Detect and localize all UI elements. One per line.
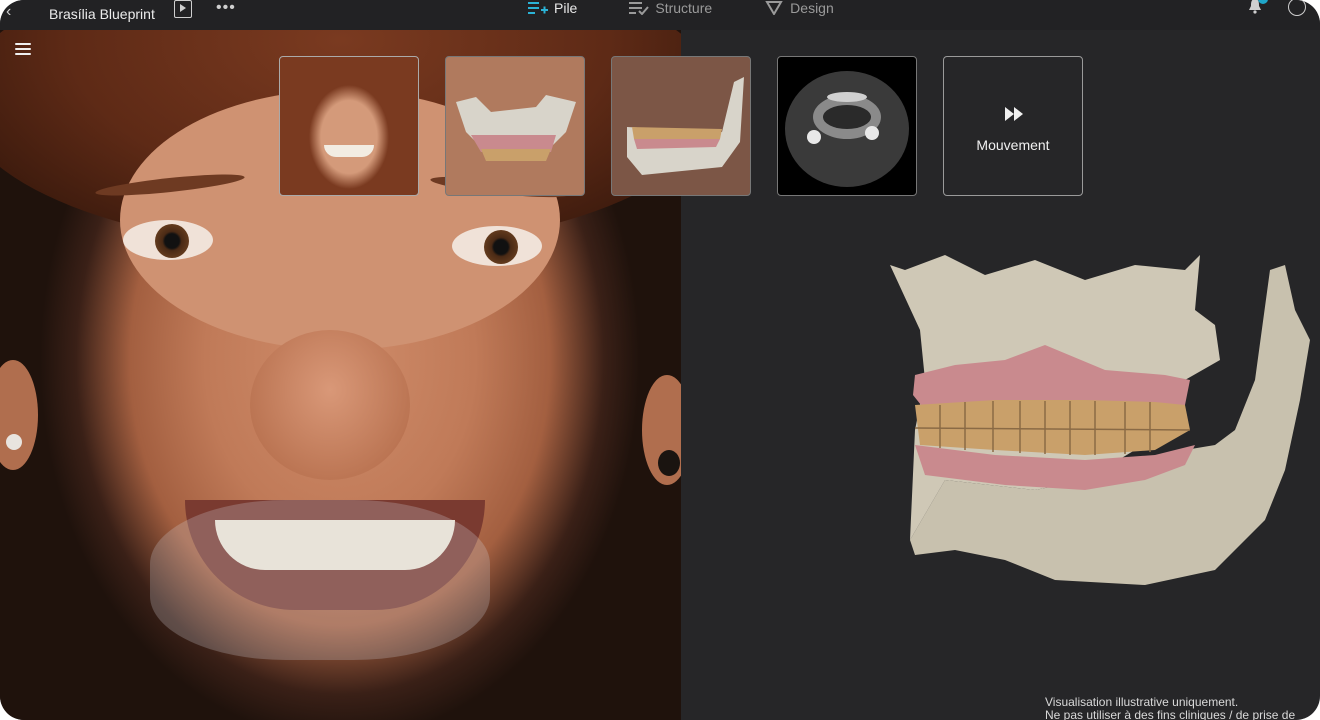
triangle-design-icon	[765, 1, 783, 15]
top-bar: ‹ Brasília Blueprint ••• Pile Structure …	[0, 0, 1320, 30]
nose-region	[250, 330, 410, 480]
disclaimer-line-2: Ne pas utiliser à des fins cliniques / d…	[1045, 708, 1296, 720]
more-options-icon[interactable]: •••	[216, 0, 236, 17]
fast-forward-icon	[1005, 107, 1023, 121]
checklist-icon	[629, 2, 650, 15]
back-arrow-icon[interactable]: ‹	[6, 3, 11, 21]
hamburger-menu-icon[interactable]	[15, 43, 31, 55]
thumbnail-maxilla-3d[interactable]	[445, 56, 585, 196]
movement-label: Mouvement	[976, 137, 1050, 153]
tab-design-label: Design	[790, 0, 834, 16]
disclaimer-text: Visualisation illustrative uniquement. N…	[1045, 696, 1295, 720]
tab-structure[interactable]: Structure	[629, 0, 712, 30]
project-title: Brasília Blueprint	[49, 6, 155, 22]
left-eye	[123, 220, 213, 260]
tab-structure-label: Structure	[655, 0, 713, 16]
tab-pile-label: Pile	[554, 0, 578, 16]
help-icon[interactable]	[1288, 0, 1306, 16]
tab-design[interactable]: Design	[764, 0, 834, 30]
add-list-icon	[528, 2, 548, 14]
right-earring	[658, 450, 680, 476]
view-tabs: Pile Structure Design	[528, 0, 886, 30]
ct-scan-icon	[785, 71, 909, 187]
thumbnail-portrait-photo[interactable]	[279, 56, 419, 196]
left-ear	[0, 360, 38, 470]
app-window: ‹ Brasília Blueprint ••• Pile Structure …	[0, 0, 1320, 720]
right-eye	[452, 226, 542, 266]
thumbnail-mandible-3d[interactable]	[611, 56, 751, 196]
maxilla-model-icon	[456, 95, 576, 161]
left-earring	[6, 434, 22, 450]
gum-overlay-ghost	[150, 500, 490, 660]
tab-pile[interactable]: Pile	[528, 0, 577, 30]
thumbnail-ct-scan[interactable]	[777, 56, 917, 196]
play-icon[interactable]	[174, 0, 192, 18]
mandible-model-icon	[627, 77, 744, 175]
jaw-3d-model[interactable]	[885, 250, 1315, 590]
thumbnail-movement[interactable]: Mouvement	[943, 56, 1083, 196]
